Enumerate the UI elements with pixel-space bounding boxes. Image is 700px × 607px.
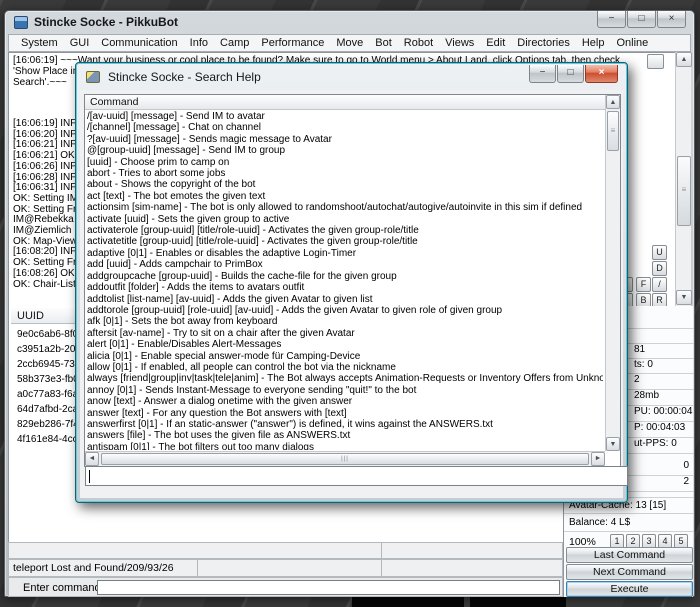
command-item[interactable]: actionsim [sim-name] - The bot is only a… <box>87 202 603 213</box>
main-window-title: Stincke Socke - PikkuBot <box>34 15 178 29</box>
menu-item[interactable]: Bot <box>369 35 398 51</box>
status-cell <box>381 559 563 577</box>
command-item[interactable]: alicia [0|1] - Enable special answer-mod… <box>87 351 603 362</box>
dialog-minimize-button[interactable]: − <box>529 65 556 83</box>
menu-item[interactable]: Move <box>330 35 369 51</box>
main-titlebar[interactable]: Stincke Socke - PikkuBot <box>5 11 694 33</box>
command-item[interactable]: activaterole [group-uuid] [title/role-uu… <box>87 225 603 236</box>
menu-item[interactable]: Camp <box>214 35 255 51</box>
command-item[interactable]: activatetitle [group-uuid] [title/role-u… <box>87 236 603 247</box>
move-down-button[interactable]: D <box>652 261 667 276</box>
status-row <box>8 542 563 559</box>
move-up-button[interactable]: U <box>652 245 667 260</box>
text-caret <box>89 470 90 483</box>
app-icon <box>14 16 28 29</box>
dialog-vertical-scrollbar[interactable]: ▲ ≡ ▼ <box>605 95 620 451</box>
command-item[interactable]: act [text] - The bot emotes the given te… <box>87 191 603 202</box>
dialog-icon <box>86 71 100 83</box>
marquee-more-button[interactable] <box>647 54 664 69</box>
balance-row: Balance: 4 L$ <box>564 515 694 532</box>
command-item[interactable]: allow [0|1] - If enabled, all people can… <box>87 362 603 373</box>
command-item[interactable]: annoy [0|1] - Sends Instant-Message to e… <box>87 385 603 396</box>
scroll-down-icon[interactable]: ▼ <box>676 290 692 305</box>
menu-item[interactable]: Directories <box>511 35 576 51</box>
status-cell <box>197 559 382 577</box>
menu-item[interactable]: System <box>15 35 64 51</box>
close-button[interactable]: × <box>657 11 686 28</box>
scroll-left-icon[interactable]: ◄ <box>85 452 99 466</box>
menu-item[interactable]: GUI <box>64 35 96 51</box>
log-scrollbar[interactable]: ▲ ≡ ▼ <box>675 52 691 306</box>
dialog-title: Stincke Socke - Search Help <box>108 70 261 84</box>
command-item[interactable]: /[channel] [message] - Chat on channel <box>87 122 603 133</box>
command-item[interactable]: anow [text] - Answer a dialog onetime wi… <box>87 396 603 407</box>
command-item[interactable]: addtolist [list-name] [av-uuid] - Adds t… <box>87 294 603 305</box>
command-item[interactable]: abort - Tries to abort some jobs <box>87 168 603 179</box>
menu-item[interactable]: Robot <box>398 35 439 51</box>
menu-item[interactable]: Help <box>576 35 611 51</box>
command-item[interactable]: answerfirst [0|1] - If an static-answer … <box>87 419 603 430</box>
search-help-dialog: Stincke Socke - Search Help − □ × Comman… <box>75 62 628 503</box>
dialog-horizontal-scrollbar[interactable]: ◄ ||| ► <box>85 451 605 466</box>
command-item[interactable]: @[group-uuid] [message] - Send IM to gro… <box>87 145 603 156</box>
command-entry-row: Enter command: <box>8 577 563 597</box>
menu-item[interactable]: Communication <box>95 35 183 51</box>
scroll-up-icon[interactable]: ▲ <box>606 95 620 109</box>
status-cell <box>381 542 563 559</box>
command-item[interactable]: answer [text] - For any question the Bot… <box>87 408 603 419</box>
maximize-button[interactable]: □ <box>627 11 656 28</box>
command-item[interactable]: ?[av-uuid] [message] - Sends magic messa… <box>87 134 603 145</box>
scroll-right-icon[interactable]: ► <box>591 452 605 466</box>
command-column-header[interactable]: Command <box>85 95 605 110</box>
command-item[interactable]: about - Shows the copyright of the bot <box>87 179 603 190</box>
command-item[interactable]: addoutfit [folder] - Adds the items to a… <box>87 282 603 293</box>
status-cell <box>8 542 382 559</box>
command-item[interactable]: add [uuid] - Adds campchair to PrimBox <box>87 259 603 270</box>
command-item[interactable]: answers [file] - The bot uses the given … <box>87 430 603 441</box>
menu-item[interactable]: Online <box>610 35 654 51</box>
command-item[interactable]: addgroupcache [group-uuid] - Builds the … <box>87 271 603 282</box>
command-items: /[av-uuid] [message] - Send IM to avatar… <box>87 111 603 450</box>
dialog-client-area: Command /[av-uuid] [message] - Send IM t… <box>80 90 623 498</box>
last-command-button[interactable]: Last Command <box>566 547 693 563</box>
next-command-button[interactable]: Next Command <box>566 564 693 580</box>
main-caption-buttons: − □ × <box>597 11 686 28</box>
menu-item[interactable]: Info <box>184 35 214 51</box>
command-item[interactable]: activate [uuid] - Sets the given group t… <box>87 214 603 225</box>
dialog-caption-buttons: − □ × <box>529 65 618 83</box>
command-listview: Command /[av-uuid] [message] - Send IM t… <box>84 94 621 467</box>
enter-command-label: Enter command: <box>23 582 104 594</box>
scroll-up-icon[interactable]: ▲ <box>676 52 692 67</box>
command-item[interactable]: aftersit [av-name] - Try to sit on a cha… <box>87 328 603 339</box>
menu-item[interactable]: Views <box>439 35 480 51</box>
command-item[interactable]: addtorole [group-uuid] [role-uuid] [av-u… <box>87 305 603 316</box>
command-item[interactable]: afk [0|1] - Sets the bot away from keybo… <box>87 316 603 327</box>
scrollbar-thumb[interactable]: ||| <box>101 453 589 465</box>
move-slash-button[interactable]: / <box>652 277 667 292</box>
dialog-search-input[interactable] <box>85 466 628 486</box>
scrollbar-thumb[interactable]: ≡ <box>677 156 691 226</box>
command-item[interactable]: alert [0|1] - Enable/Disables Alert-Mess… <box>87 339 603 350</box>
command-item[interactable]: /[av-uuid] [message] - Send IM to avatar <box>87 111 603 122</box>
menu-bar: SystemGUICommunicationInfoCampPerformanc… <box>8 34 691 52</box>
status-row: teleport Lost and Found/209/93/26 <box>8 559 563 577</box>
command-item[interactable]: adaptive [0|1] - Enables or disables the… <box>87 248 603 259</box>
move-forward-button[interactable]: F <box>636 277 651 292</box>
teleport-status-cell: teleport Lost and Found/209/93/26 <box>8 559 198 577</box>
dialog-maximize-button[interactable]: □ <box>557 65 584 83</box>
minimize-button[interactable]: − <box>597 11 626 28</box>
command-item[interactable]: [uuid] - Choose prim to camp on <box>87 157 603 168</box>
command-item[interactable]: always [friend|group|inv|task|tele|anim]… <box>87 373 603 384</box>
menu-item[interactable]: Edit <box>480 35 511 51</box>
command-item[interactable]: antispam [0|1] - The bot filters out too… <box>87 442 603 450</box>
command-input[interactable] <box>97 580 560 595</box>
scrollbar-thumb[interactable]: ≡ <box>607 111 619 151</box>
dialog-close-button[interactable]: × <box>585 65 618 83</box>
scroll-down-icon[interactable]: ▼ <box>606 437 620 451</box>
menu-item[interactable]: Performance <box>255 35 330 51</box>
execute-button[interactable]: Execute <box>566 581 693 597</box>
